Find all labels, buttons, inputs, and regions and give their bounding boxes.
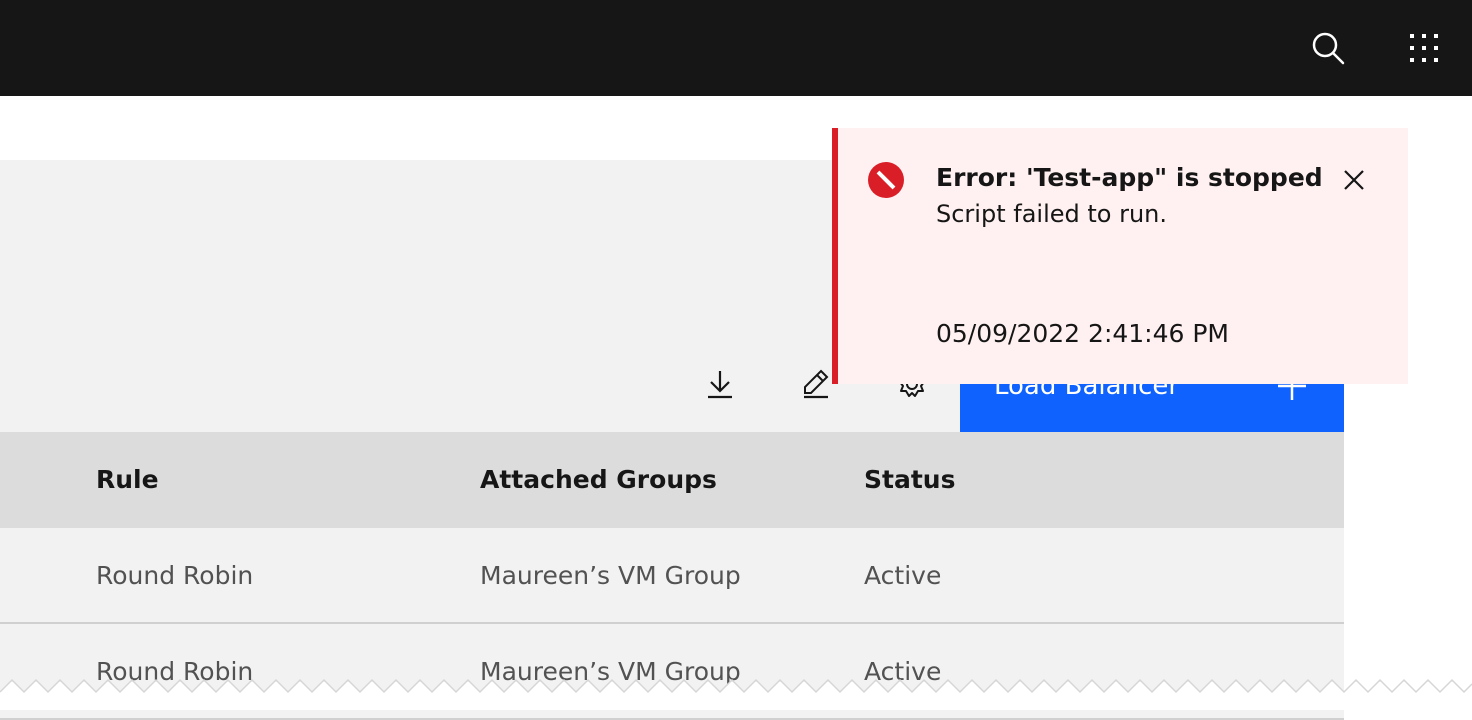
app-switcher-button[interactable]	[1400, 24, 1448, 72]
notification-timestamp: 05/09/2022 2:41:46 PM	[936, 319, 1230, 348]
column-header-status[interactable]: Status	[864, 462, 955, 498]
table-header: Rule Attached Groups Status	[0, 432, 1344, 528]
column-header-rule[interactable]: Rule	[96, 462, 159, 498]
torn-edge-decoration	[0, 678, 1472, 710]
download-button[interactable]	[696, 360, 744, 408]
notification-subtitle: Script failed to run.	[936, 200, 1167, 228]
search-button[interactable]	[1304, 24, 1352, 72]
edit-icon	[804, 369, 829, 399]
app-switcher-icon	[1410, 34, 1438, 62]
top-header-bar	[0, 0, 1472, 96]
notification-title: Error: 'Test-app" is stopped	[936, 163, 1323, 192]
column-header-attached-groups[interactable]: Attached Groups	[480, 462, 717, 498]
error-toast-notification: Error: 'Test-app" is stopped Script fail…	[832, 128, 1408, 384]
error-icon	[868, 162, 904, 198]
close-icon	[1344, 170, 1364, 190]
close-notification-button[interactable]	[1334, 160, 1374, 200]
cell-rule: Round Robin	[96, 561, 254, 590]
cell-status: Active	[864, 561, 942, 590]
download-icon	[708, 371, 732, 399]
search-icon	[1312, 32, 1345, 65]
cell-attached-groups: Maureen’s VM Group	[480, 561, 741, 590]
table-row[interactable]: Round Robin Maureen’s VM Group Active	[0, 528, 1344, 624]
